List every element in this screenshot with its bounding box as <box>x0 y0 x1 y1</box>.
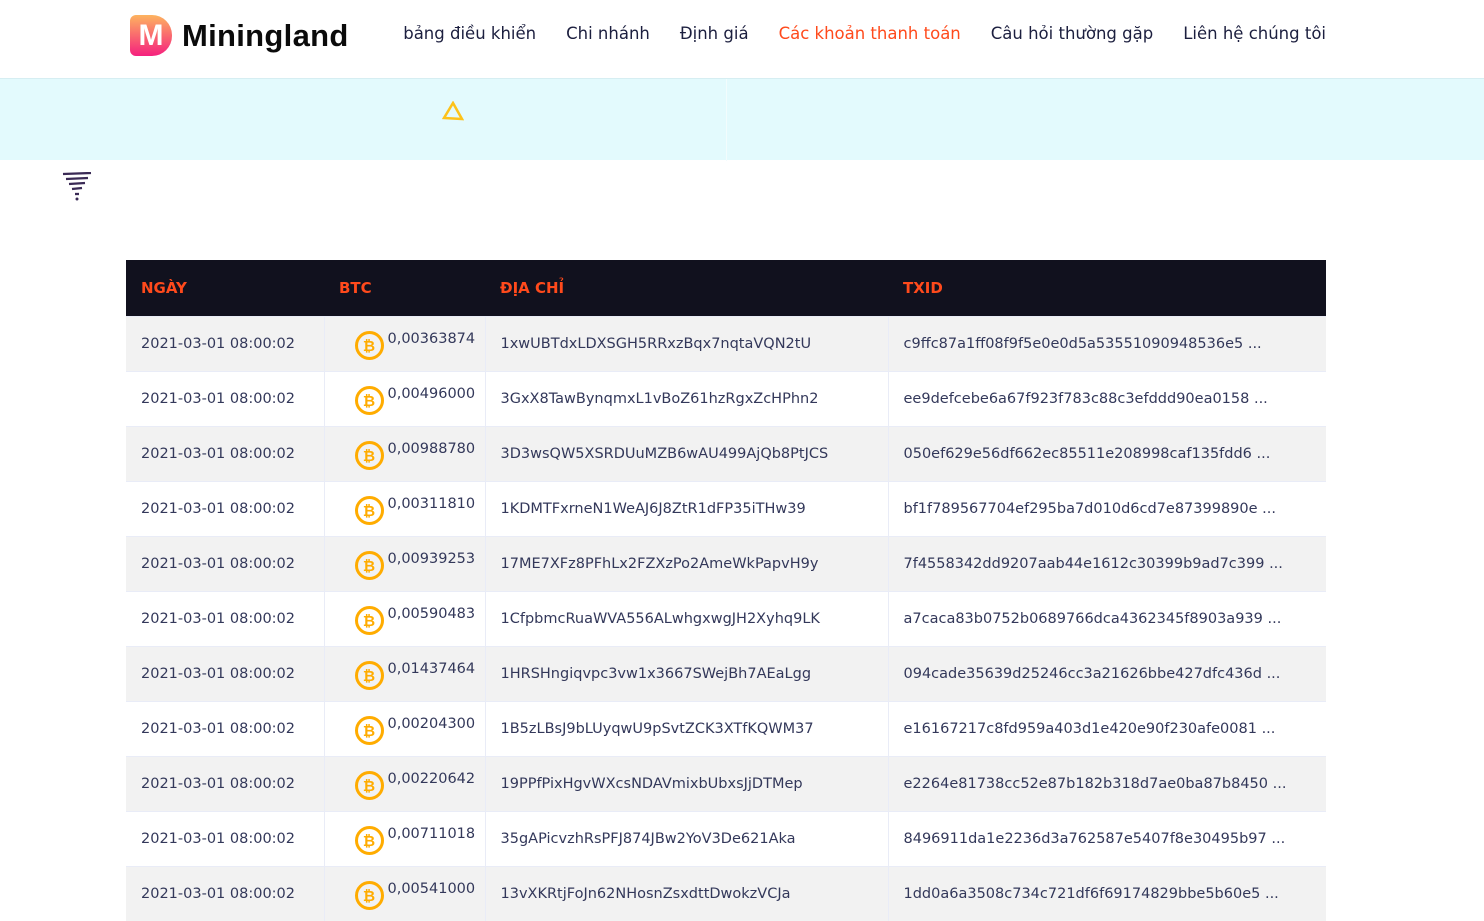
btc-cell: ₿ 0,00711018 <box>323 810 485 866</box>
btc-cell: ₿ 0,00496000 <box>323 370 485 426</box>
btc-cell: ₿ 0,00988780 <box>323 425 485 481</box>
btc-amount: 0,00541000 <box>387 880 476 897</box>
date-cell: 2021-03-01 08:00:02 <box>126 480 324 536</box>
btc-amount: 0,00988780 <box>387 440 476 457</box>
address-cell: 19PPfPixHgvWXcsNDAVmixbUbxsJjDTMep <box>484 755 888 811</box>
table-row: 2021-03-01 08:00:02 ₿ 0,00711018 35gAPicv… <box>126 810 1326 866</box>
address-cell: 1HRSHngiqvpc3vw1x3667SWejBh7AEaLgg <box>484 645 888 701</box>
payments-table: NGÀY BTC ĐỊA CHỈ TXID 2021-03-01 08:00:0… <box>126 260 1326 921</box>
header-btc: BTC <box>339 278 372 297</box>
logo[interactable]: M Miningland <box>130 15 349 56</box>
address-cell: 35gAPicvzhRsPFJ874JBw2YoV3De621Aka <box>484 810 888 866</box>
date-cell: 2021-03-01 08:00:02 <box>126 425 324 481</box>
bitcoin-icon: ₿ <box>354 826 384 855</box>
nav-item-5[interactable]: Liên hệ chúng tôi <box>1183 24 1326 43</box>
bitcoin-icon: ₿ <box>354 881 384 911</box>
table-header-row: NGÀY BTC ĐỊA CHỈ TXID <box>126 260 1326 316</box>
btc-cell: ₿ 0,01437464 <box>323 645 485 701</box>
btc-amount: 0,00311810 <box>387 495 476 512</box>
date-cell: 2021-03-01 08:00:02 <box>126 700 324 756</box>
bitcoin-icon: ₿ <box>354 716 384 745</box>
btc-cell: ₿ 0,00590483 <box>323 590 485 646</box>
table-row: 2021-03-01 08:00:02 ₿ 0,00939253 17ME7XFz… <box>126 535 1326 591</box>
btc-amount: 0,00204300 <box>387 715 476 732</box>
main-menu: bảng điều khiển Chi nhánh Định giá Các khoả… <box>403 24 1326 43</box>
table-row: 2021-03-01 08:00:02 ₿ 0,01437464 1HRSHngi… <box>126 645 1326 701</box>
txid-cell[interactable]: e16167217c8fd959a403d1e420e90f230afe0081… <box>887 700 1326 756</box>
btc-amount: 0,00363874 <box>387 330 476 347</box>
btc-cell: ₿ 0,00204300 <box>323 700 485 756</box>
address-cell: 1CfpbmcRuaWVA556ALwhgxwgJH2Xyhq9LK <box>484 590 888 646</box>
table-row: 2021-03-01 08:00:02 ₿ 0,00590483 1CfpbmcR… <box>126 590 1326 646</box>
table-row: 2021-03-01 08:00:02 ₿ 0,00988780 3D3wsQW5… <box>126 425 1326 481</box>
banner <box>0 78 1484 161</box>
btc-cell: ₿ 0,00220642 <box>323 755 485 811</box>
date-cell: 2021-03-01 08:00:02 <box>126 370 324 426</box>
txid-cell[interactable]: e2264e81738cc52e87b182b318d7ae0ba87b8450… <box>887 755 1326 811</box>
date-cell: 2021-03-01 08:00:02 <box>126 315 324 371</box>
table-row: 2021-03-01 08:00:02 ₿ 0,00363874 1xwUBTdx… <box>126 315 1326 371</box>
address-cell: 1KDMTFxrneN1WeAJ6J8ZtR1dFP35iTHw39 <box>484 480 888 536</box>
txid-cell[interactable]: 1dd0a6a3508c734c721df6f69174829bbe5b60e5… <box>887 865 1326 921</box>
btc-cell: ₿ 0,00939253 <box>323 535 485 591</box>
table-row: 2021-03-01 08:00:02 ₿ 0,00220642 19PPfPix… <box>126 755 1326 811</box>
btc-amount: 0,00220642 <box>387 770 476 787</box>
bitcoin-icon: ₿ <box>354 441 384 470</box>
bitcoin-icon: ₿ <box>354 496 384 525</box>
nav-item-2[interactable]: Định giá <box>680 24 749 43</box>
address-cell: 17ME7XFz8PFhLx2FZXzPo2AmeWkPapvH9y <box>484 535 888 591</box>
logo-mark: M <box>130 15 172 56</box>
txid-cell[interactable]: 7f4558342dd9207aab44e1612c30399b9ad7c399… <box>887 535 1326 591</box>
date-cell: 2021-03-01 08:00:02 <box>126 810 324 866</box>
header-txid: TXID <box>903 278 943 297</box>
btc-amount: 0,00496000 <box>387 385 476 402</box>
date-cell: 2021-03-01 08:00:02 <box>126 645 324 701</box>
triangle-decoration-icon <box>442 101 464 121</box>
date-cell: 2021-03-01 08:00:02 <box>126 535 324 591</box>
btc-amount: 0,00590483 <box>387 605 476 622</box>
filter-icon[interactable] <box>62 172 92 202</box>
header-address: ĐỊA CHỈ <box>500 278 565 297</box>
date-cell: 2021-03-01 08:00:02 <box>126 590 324 646</box>
address-cell: 1xwUBTdxLDXSGH5RRxzBqx7nqtaVQN2tU <box>484 315 888 371</box>
btc-amount: 0,01437464 <box>387 660 476 677</box>
bitcoin-icon: ₿ <box>354 661 384 690</box>
header-date: NGÀY <box>141 278 187 297</box>
table-row: 2021-03-01 08:00:02 ₿ 0,00541000 13vXKRtj… <box>126 865 1326 921</box>
btc-amount: 0,00711018 <box>387 825 476 842</box>
nav-item-4[interactable]: Câu hỏi thường gặp <box>991 24 1153 43</box>
address-cell: 1B5zLBsJ9bLUyqwU9pSvtZCK3XTfKQWM37 <box>484 700 888 756</box>
address-cell: 3GxX8TawBynqmxL1vBoZ61hzRgxZcHPhn2 <box>484 370 888 426</box>
txid-cell[interactable]: a7caca83b0752b0689766dca4362345f8903a939… <box>887 590 1326 646</box>
txid-cell[interactable]: 094cade35639d25246cc3a21626bbe427dfc436d… <box>887 645 1326 701</box>
table-row: 2021-03-01 08:00:02 ₿ 0,00204300 1B5zLBsJ… <box>126 700 1326 756</box>
txid-cell[interactable]: 050ef629e56df662ec85511e208998caf135fdd6… <box>887 425 1326 481</box>
table-row: 2021-03-01 08:00:02 ₿ 0,00496000 3GxX8Taw… <box>126 370 1326 426</box>
bitcoin-icon: ₿ <box>354 771 384 800</box>
btc-amount: 0,00939253 <box>387 550 476 567</box>
nav-item-1[interactable]: Chi nhánh <box>566 24 650 43</box>
date-cell: 2021-03-01 08:00:02 <box>126 755 324 811</box>
btc-cell: ₿ 0,00363874 <box>323 315 485 371</box>
bitcoin-icon: ₿ <box>354 551 384 580</box>
btc-cell: ₿ 0,00541000 <box>323 865 485 921</box>
txid-cell[interactable]: 8496911da1e2236d3a762587e5407f8e30495b97… <box>887 810 1326 866</box>
address-cell: 13vXKRtjFoJn62NHosnZsxdttDwokzVCJa <box>484 865 888 921</box>
nav-item-3[interactable]: Các khoản thanh toán <box>779 24 961 43</box>
txid-cell[interactable]: ee9defcebe6a67f923f783c88c3efddd90ea0158… <box>887 370 1326 426</box>
date-cell: 2021-03-01 08:00:02 <box>126 865 324 921</box>
bitcoin-icon: ₿ <box>354 606 384 635</box>
address-cell: 3D3wsQW5XSRDUuMZB6wAU499AjQb8PtJCS <box>484 425 888 481</box>
bitcoin-icon: ₿ <box>354 331 384 360</box>
nav-item-0[interactable]: bảng điều khiển <box>403 24 536 43</box>
table-row: 2021-03-01 08:00:02 ₿ 0,00311810 1KDMTFxr… <box>126 480 1326 536</box>
logo-text: Miningland <box>182 17 349 53</box>
txid-cell[interactable]: bf1f789567704ef295ba7d010d6cd7e87399890e… <box>887 480 1326 536</box>
txid-cell[interactable]: c9ffc87a1ff08f9f5e0e0d5a53551090948536e5… <box>887 315 1326 371</box>
top-navbar: M Miningland bảng điều khiển Chi nhánh Địn… <box>0 0 1484 78</box>
bitcoin-icon: ₿ <box>354 386 384 415</box>
btc-cell: ₿ 0,00311810 <box>323 480 485 536</box>
divider <box>726 79 727 161</box>
